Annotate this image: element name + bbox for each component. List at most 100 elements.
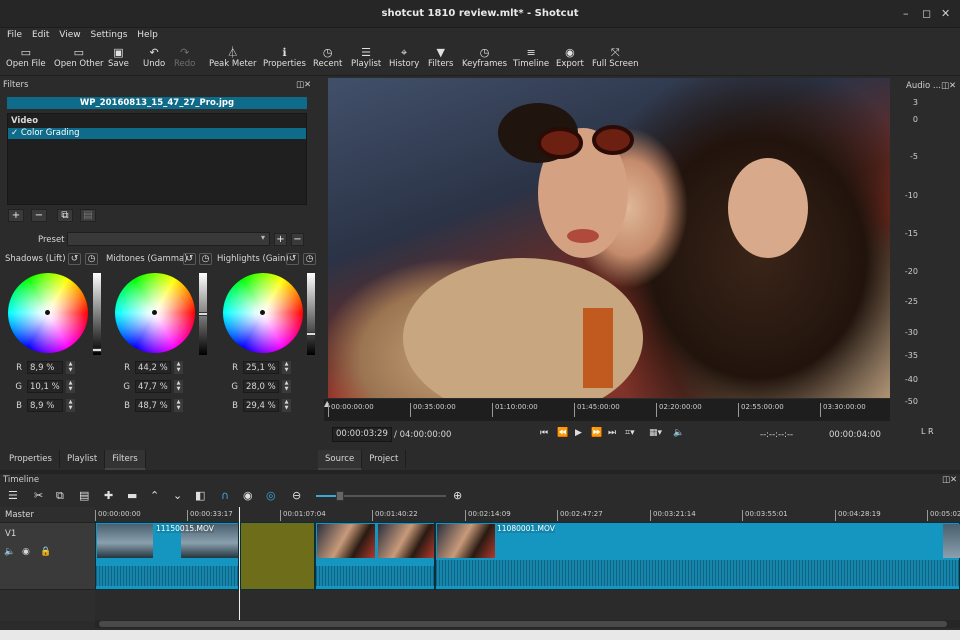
restore-button[interactable]: ◻ <box>922 7 931 20</box>
tab-playlist[interactable]: Playlist <box>59 450 106 468</box>
properties-button[interactable]: ℹ Properties <box>263 46 306 69</box>
mute-icon[interactable]: 🔈 <box>4 547 15 557</box>
shadows-color-wheel[interactable] <box>8 273 88 353</box>
zoom-slider-handle[interactable] <box>336 491 344 501</box>
clip-11150015[interactable]: 11150015.MOV <box>95 522 239 590</box>
panel-float-icon[interactable]: ◫✕ <box>941 81 956 91</box>
save-button[interactable]: ▣ Save <box>108 46 129 69</box>
v1-track-header[interactable]: V1 🔈 ◉ 🔒 <box>0 522 95 590</box>
highlights-g-input[interactable]: 28,0 % <box>243 380 279 393</box>
slider-knob[interactable] <box>306 332 316 336</box>
midtones-r-input[interactable]: 44,2 % <box>135 361 171 374</box>
redo-button[interactable]: ↷ Redo <box>174 46 195 69</box>
recent-button[interactable]: ◷ Recent <box>313 46 342 69</box>
overwrite-icon[interactable]: ⌄ <box>173 489 182 502</box>
midtones-g-input[interactable]: 47,7 % <box>135 380 171 393</box>
split-icon[interactable]: ◧ <box>195 489 205 502</box>
spinner[interactable]: ▲ ▼ <box>174 380 183 393</box>
lift-icon[interactable]: ⌃ <box>150 489 159 502</box>
midtones-b-input[interactable]: 48,7 % <box>135 399 171 412</box>
midtones-lightness-slider[interactable] <box>198 273 208 355</box>
tab-filters[interactable]: Filters <box>105 450 146 470</box>
play-icon[interactable]: ▶ <box>575 428 582 438</box>
filters-button[interactable]: ▼ Filters <box>428 46 453 69</box>
visibility-icon[interactable]: ◉ <box>22 547 30 557</box>
history-button[interactable]: ⌖ History <box>389 46 419 69</box>
menu-icon[interactable]: ☰ <box>8 489 18 502</box>
spinner[interactable]: ▲ ▼ <box>174 399 183 412</box>
player-ruler[interactable]: ▲ 00:00:00:00 00:35:00:00 01:10:00:00 01… <box>324 399 890 421</box>
highlights-lightness-slider[interactable] <box>306 273 316 355</box>
shadows-lightness-slider[interactable] <box>92 273 102 355</box>
menu-file[interactable]: File <box>0 28 22 40</box>
export-button[interactable]: ◉ Export <box>556 46 584 69</box>
skip-next-icon[interactable]: ⏭ <box>608 428 616 438</box>
clip-image[interactable] <box>315 522 435 590</box>
spinner[interactable]: ▲ ▼ <box>66 380 75 393</box>
skip-previous-icon[interactable]: ⏮ <box>540 428 548 438</box>
panel-float-icon[interactable]: ◫✕ <box>942 475 957 485</box>
tab-properties[interactable]: Properties <box>2 450 60 468</box>
minimize-button[interactable]: – <box>903 7 909 20</box>
slider-knob[interactable] <box>92 348 102 352</box>
cut-icon[interactable]: ✂ <box>34 489 43 502</box>
shadows-r-input[interactable]: 8,9 % <box>27 361 63 374</box>
timeline-scrollbar[interactable] <box>95 620 960 628</box>
open-other-button[interactable]: ▭ Open Other <box>54 46 104 69</box>
spinner[interactable]: ▲ ▼ <box>282 361 291 374</box>
wheel-handle[interactable] <box>152 310 157 315</box>
tab-source[interactable]: Source <box>318 450 363 470</box>
volume-icon[interactable]: 🔈 <box>673 428 684 438</box>
snap-icon[interactable]: ∩ <box>221 489 229 502</box>
highlights-color-wheel[interactable] <box>223 273 303 353</box>
keyframes-button[interactable]: ◷ Keyframes <box>462 46 507 69</box>
copy-filter-button[interactable]: ⧉ <box>57 209 73 222</box>
menu-help[interactable]: Help <box>130 28 158 40</box>
clip-11080001[interactable]: 11080001.MOV <box>435 522 960 590</box>
scrub-icon[interactable]: ◉ <box>243 489 253 502</box>
filter-list[interactable]: Video ✓ Color Grading <box>7 113 307 205</box>
peak-meter-button[interactable]: ⏃ Peak Meter <box>209 46 257 69</box>
ripple-delete-icon[interactable]: ▬ <box>127 489 137 502</box>
filter-item-color-grading[interactable]: ✓ Color Grading <box>8 128 306 139</box>
ripple-icon[interactable]: ◎ <box>266 489 276 502</box>
check-icon[interactable]: ✓ <box>11 128 21 138</box>
copy-icon[interactable]: ⧉ <box>56 489 64 503</box>
add-preset-button[interactable]: + <box>274 233 287 246</box>
spinner[interactable]: ▲ ▼ <box>282 399 291 412</box>
shadows-g-input[interactable]: 10,1 % <box>27 380 63 393</box>
panel-float-icon[interactable]: ◫✕ <box>296 80 311 90</box>
menu-edit[interactable]: Edit <box>25 28 49 40</box>
append-icon[interactable]: ✚ <box>104 489 113 502</box>
add-filter-button[interactable]: + <box>8 209 24 222</box>
remove-filter-button[interactable]: − <box>31 209 47 222</box>
midtones-color-wheel[interactable] <box>115 273 195 353</box>
menu-view[interactable]: View <box>52 28 80 40</box>
clip-blank[interactable] <box>240 522 315 590</box>
preset-select[interactable]: ▾ <box>67 232 270 246</box>
keyframe-icon[interactable]: ◷ <box>199 253 212 265</box>
timeline-playhead[interactable] <box>239 507 240 620</box>
current-time-input[interactable]: 00:00:03:29 <box>332 427 392 442</box>
tab-project[interactable]: Project <box>362 450 407 468</box>
grid-icon[interactable]: ▦▾ <box>649 428 662 438</box>
zoom-slider[interactable] <box>316 491 446 501</box>
open-file-button[interactable]: ▭ Open File <box>6 46 46 69</box>
spinner[interactable]: ▲ ▼ <box>282 380 291 393</box>
video-viewer[interactable] <box>328 78 890 398</box>
undo-button[interactable]: ↶ Undo <box>143 46 165 69</box>
wheel-handle[interactable] <box>45 310 50 315</box>
paste-icon[interactable]: ▤ <box>79 489 89 502</box>
scrollbar-thumb[interactable] <box>99 621 947 627</box>
zoom-icon[interactable]: ⌗▾ <box>625 428 635 438</box>
spinner[interactable]: ▲ ▼ <box>66 361 75 374</box>
playlist-button[interactable]: ☰ Playlist <box>351 46 381 69</box>
zoom-in-icon[interactable]: ⊕ <box>453 489 462 502</box>
zoom-out-icon[interactable]: ⊖ <box>292 489 301 502</box>
menu-settings[interactable]: Settings <box>83 28 127 40</box>
close-button[interactable]: ✕ <box>941 7 950 20</box>
timeline-button[interactable]: ≡ Timeline <box>513 46 549 69</box>
spinner[interactable]: ▲ ▼ <box>66 399 75 412</box>
slider-knob[interactable] <box>198 312 208 316</box>
keyframe-icon[interactable]: ◷ <box>85 253 98 265</box>
